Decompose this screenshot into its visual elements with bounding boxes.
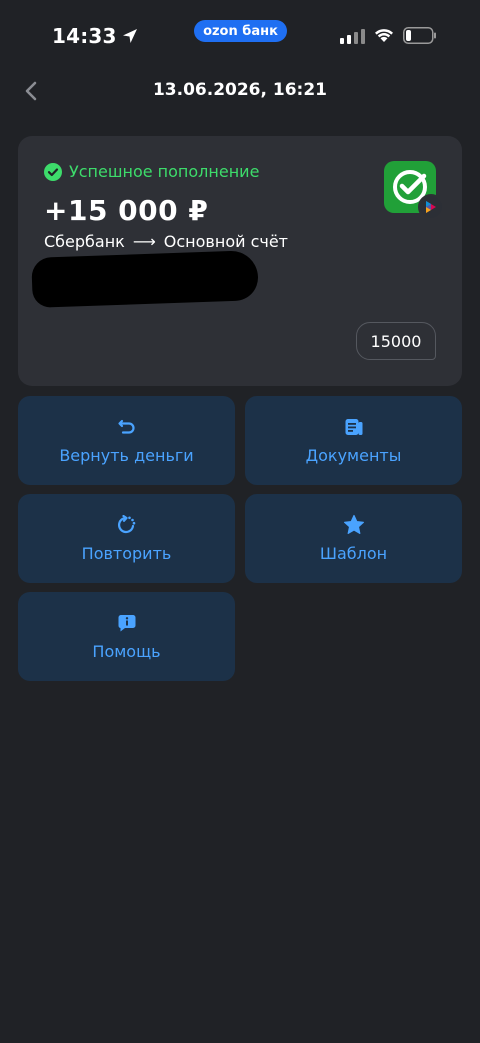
template-label: Шаблон [319, 544, 388, 563]
document-icon [343, 416, 365, 438]
status-text: Успешное пополнение [69, 162, 260, 181]
repeat-label: Повторить [81, 544, 172, 563]
redaction-mark [31, 250, 259, 308]
status-time: 14:33 [52, 24, 139, 48]
transaction-card: Успешное пополнение +15 000 ₽ Сбербанк ⟶… [18, 136, 462, 386]
status-bar: 14:33 ozon банк [0, 0, 480, 70]
cellular-signal-icon [340, 29, 365, 44]
return-money-label: Вернуть деньги [59, 446, 194, 465]
page-title: 13.06.2026, 16:21 [152, 80, 328, 100]
help-icon [116, 612, 138, 634]
battery-icon [403, 27, 436, 44]
repeat-icon [116, 514, 138, 536]
help-button[interactable]: Помощь [18, 592, 235, 681]
transaction-amount: +15 000 ₽ [44, 194, 209, 227]
wifi-icon [375, 29, 393, 42]
location-arrow-icon [122, 29, 137, 43]
brand-pill: ozon банк [194, 20, 287, 42]
transaction-route: Сбербанк ⟶ Основной счёт [44, 232, 288, 251]
route-to: Основной счёт [163, 232, 288, 251]
route-arrow: ⟶ [132, 232, 156, 251]
help-label: Помощь [92, 642, 161, 661]
repeat-button[interactable]: Повторить [18, 494, 235, 583]
route-from: Сбербанк [44, 232, 125, 251]
check-circle-icon [44, 162, 62, 181]
template-button[interactable]: Шаблон [245, 494, 462, 583]
amount-comment-chip[interactable]: 15000 [356, 322, 436, 360]
return-money-button[interactable]: Вернуть деньги [18, 396, 235, 485]
sbp-icon [426, 201, 436, 213]
status-time-text: 14:33 [52, 24, 117, 48]
screen: 14:33 ozon банк 13.06.2026, 16:21 Успешн… [0, 0, 480, 1043]
transaction-status: Успешное пополнение [44, 162, 259, 181]
sbp-badge [418, 194, 444, 220]
star-icon [343, 514, 365, 536]
documents-button[interactable]: Документы [245, 396, 462, 485]
documents-label: Документы [305, 446, 402, 465]
return-icon [116, 416, 138, 438]
header: 13.06.2026, 16:21 [0, 70, 480, 114]
